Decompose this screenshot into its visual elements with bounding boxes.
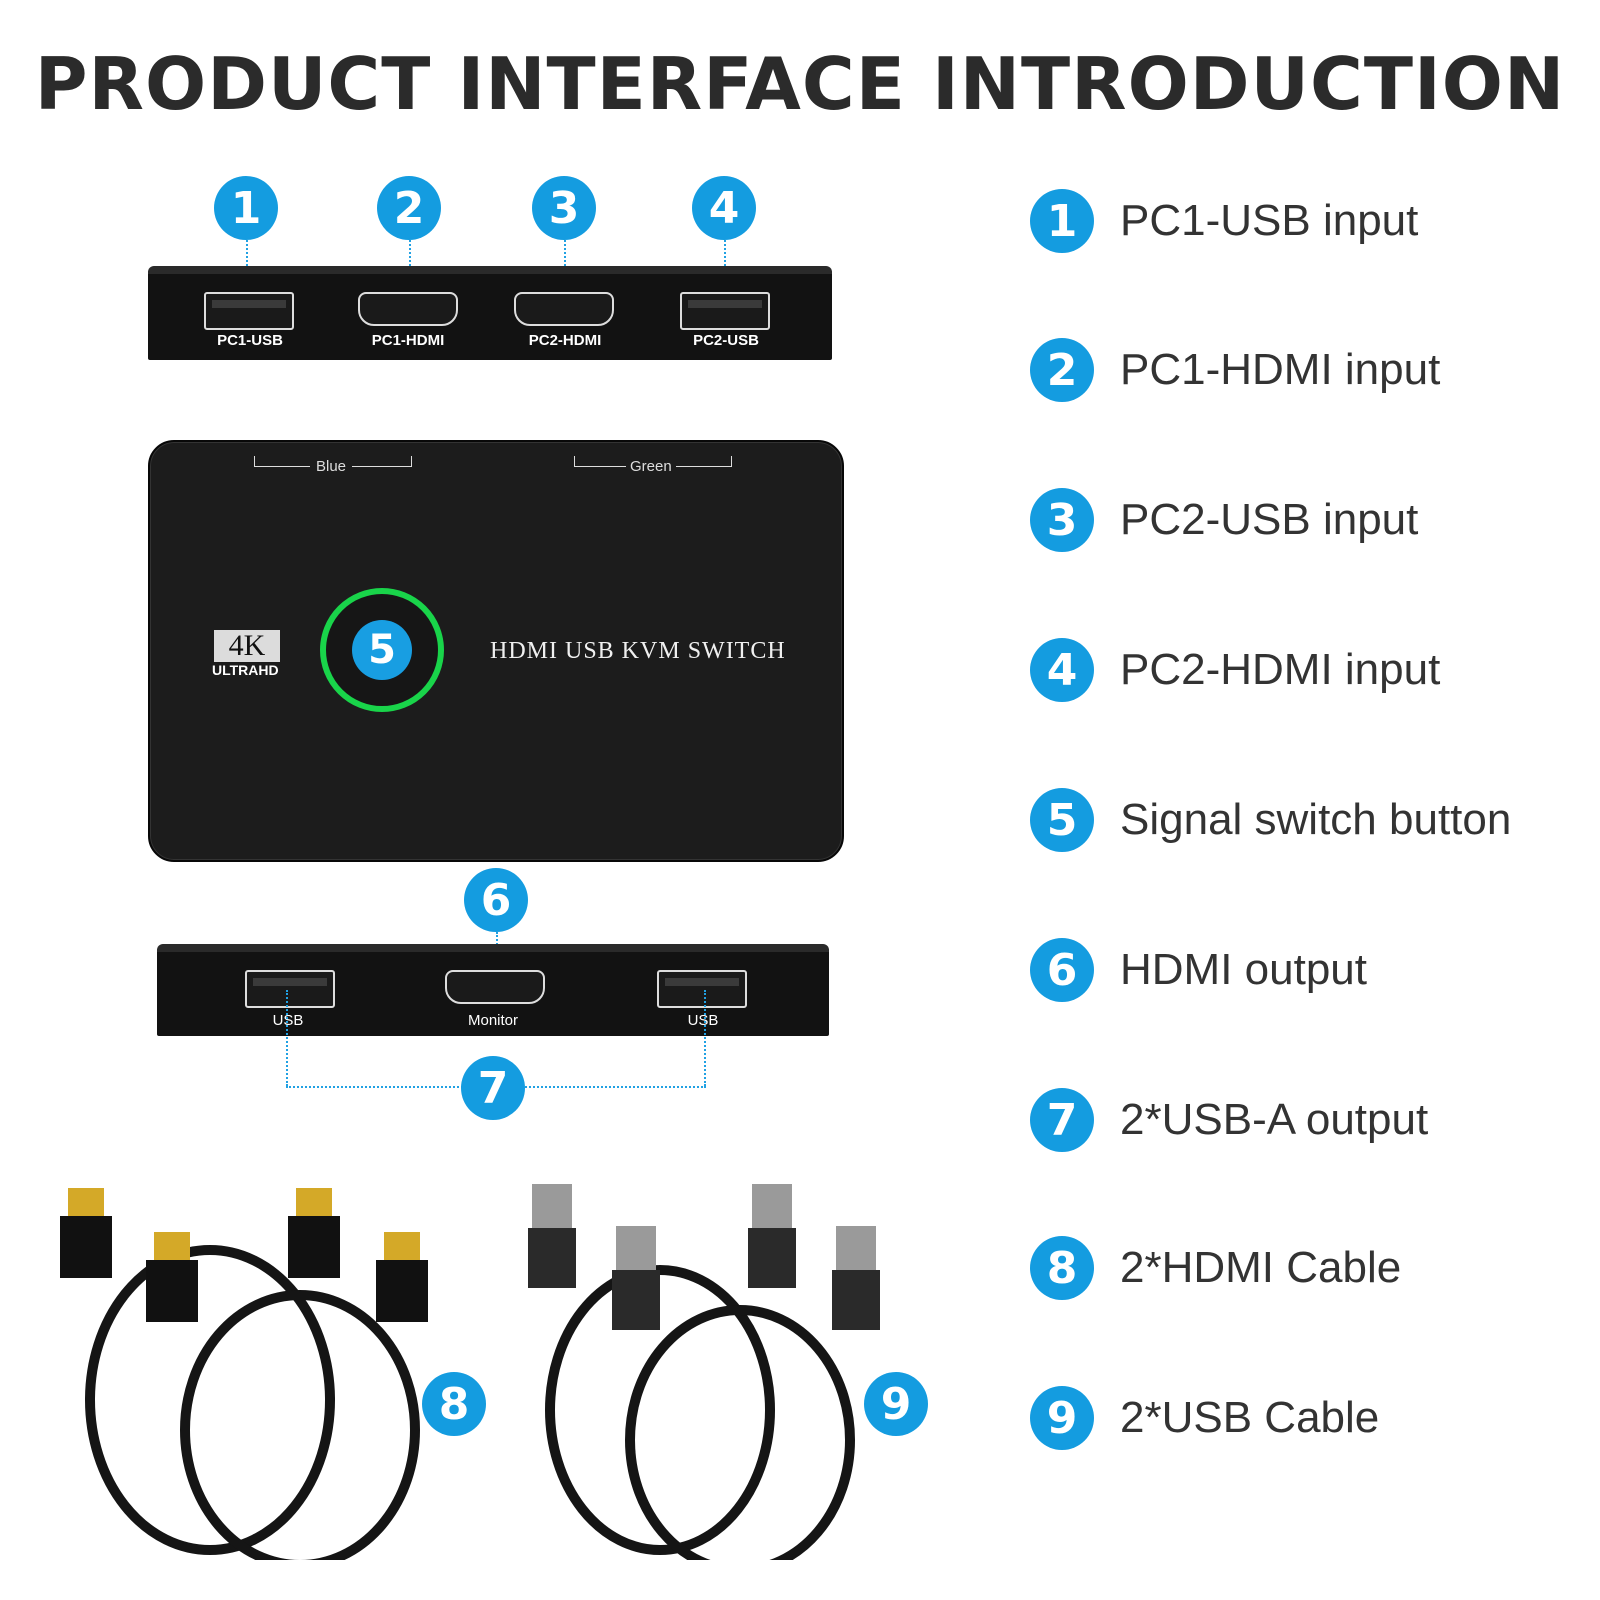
port-label: PC1-USB (217, 332, 283, 349)
legend-badge: 6 (1030, 938, 1094, 1002)
legend-text: HDMI output (1120, 945, 1367, 994)
legend-text: 2*USB Cable (1120, 1393, 1380, 1442)
pc2-hdmi-port (514, 292, 614, 326)
legend-text: 2*USB-A output (1120, 1095, 1429, 1144)
legend-item: 4 PC2-HDMI input (1030, 635, 1440, 705)
legend-item: 2 PC1-HDMI input (1030, 335, 1440, 405)
legend-item: 3 PC2-USB input (1030, 485, 1418, 555)
legend-item: 9 2*USB Cable (1030, 1383, 1379, 1453)
legend-badge: 5 (1030, 788, 1094, 852)
usb-output-port-1 (245, 970, 335, 1008)
port-label: Monitor (467, 1012, 519, 1029)
legend-item: 1 PC1-USB input (1030, 186, 1418, 256)
legend-item: 5 Signal switch button (1030, 785, 1511, 855)
callout-badge-6: 6 (464, 868, 528, 932)
legend-text: PC2-HDMI input (1120, 645, 1441, 694)
led-label-green: Green (626, 458, 676, 475)
usb-output-port-2 (657, 970, 747, 1008)
led-label-blue: Blue (310, 458, 353, 475)
legend-item: 6 HDMI output (1030, 935, 1367, 1005)
port-label: PC2-USB (693, 332, 759, 349)
callout-line-7b (704, 990, 706, 1086)
hdmi-cables (85, 1245, 420, 1560)
legend-text: Signal switch button (1120, 795, 1512, 844)
port-label: PC1-HDMI (371, 332, 445, 349)
callout-badge-8: 8 (422, 1372, 486, 1436)
callout-badge-2: 2 (377, 176, 441, 240)
legend-badge: 7 (1030, 1088, 1094, 1152)
port-label: PC2-HDMI (528, 332, 602, 349)
legend-badge: 8 (1030, 1236, 1094, 1300)
legend-text: PC1-USB input (1120, 196, 1419, 245)
port-label: USB (272, 1012, 304, 1029)
page-title: PRODUCT INTERFACE INTRODUCTION (34, 42, 1566, 126)
callout-badge-5: 5 (352, 620, 412, 680)
legend-text: 2*HDMI Cable (1120, 1243, 1402, 1292)
legend-badge: 9 (1030, 1386, 1094, 1450)
monitor-hdmi-port (445, 970, 545, 1004)
callout-badge-4: 4 (692, 176, 756, 240)
port-label: USB (687, 1012, 719, 1029)
callout-badge-9: 9 (864, 1372, 928, 1436)
pc1-hdmi-port (358, 292, 458, 326)
pc1-usb-port (204, 292, 294, 330)
callout-badge-7: 7 (461, 1056, 525, 1120)
legend-badge: 1 (1030, 189, 1094, 253)
callout-badge-3: 3 (532, 176, 596, 240)
back-panel: PC1-USB PC1-HDMI PC2-HDMI PC2-USB (148, 266, 832, 360)
legend-text: PC1-HDMI input (1120, 345, 1441, 394)
callout-badge-1: 1 (214, 176, 278, 240)
cables-illustration (60, 1184, 880, 1560)
device-name: HDMI USB KVM SWITCH (490, 638, 786, 664)
front-panel: USB Monitor USB (157, 944, 829, 1036)
legend-badge: 3 (1030, 488, 1094, 552)
ultrahd-label: ULTRAHD (212, 662, 279, 678)
legend-text: PC2-USB input (1120, 495, 1419, 544)
legend-item: 8 2*HDMI Cable (1030, 1233, 1401, 1303)
callout-line-7a (286, 990, 288, 1086)
legend-badge: 2 (1030, 338, 1094, 402)
usb-cables (545, 1265, 855, 1560)
signal-switch-button[interactable]: 5 (320, 588, 444, 712)
4k-badge: 4K (214, 630, 280, 662)
legend-item: 7 2*USB-A output (1030, 1085, 1428, 1155)
legend-badge: 4 (1030, 638, 1094, 702)
pc2-usb-port (680, 292, 770, 330)
